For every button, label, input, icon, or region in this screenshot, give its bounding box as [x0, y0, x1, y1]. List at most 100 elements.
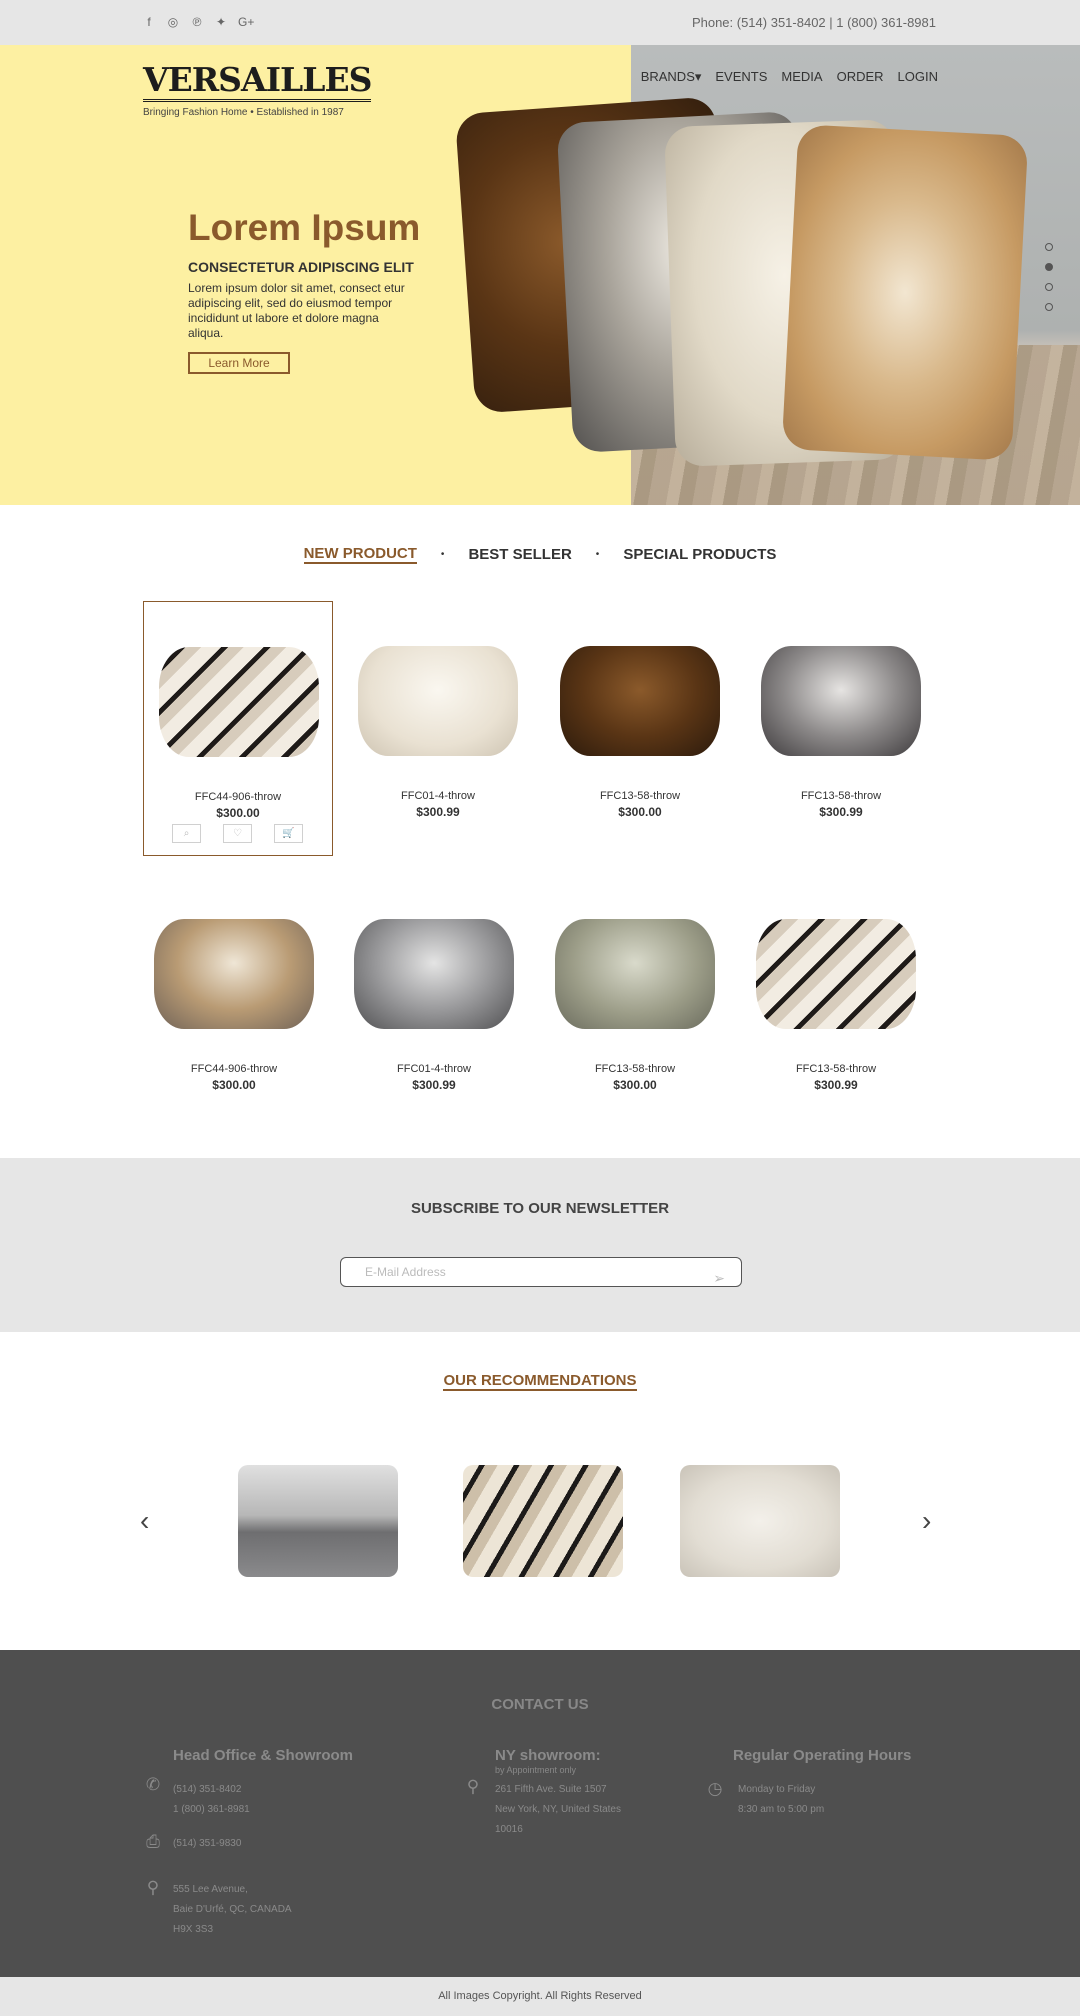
- product-image[interactable]: [358, 646, 518, 756]
- product-card[interactable]: FFC01-4-throw $300.99: [343, 601, 533, 856]
- wishlist-icon[interactable]: ♡: [223, 824, 252, 843]
- product-image[interactable]: [555, 919, 715, 1029]
- quick-view-icon[interactable]: ⌕: [172, 824, 201, 843]
- phone-numbers: Phone: (514) 351-8402 | 1 (800) 361-8981: [691, 15, 936, 30]
- tab-new-product[interactable]: NEW PRODUCT: [303, 545, 417, 564]
- product-price: $300.00: [613, 1078, 657, 1092]
- twitter-icon[interactable]: ✦: [214, 14, 228, 30]
- head-office-phone-1[interactable]: (514) 351-8402: [173, 1780, 241, 1800]
- carousel-prev-icon[interactable]: ‹: [140, 1505, 149, 1537]
- hours-days: Monday to Friday: [738, 1784, 816, 1795]
- product-card[interactable]: FFC13-58-throw $300.99: [741, 874, 931, 1129]
- product-name[interactable]: FFC44-906-throw: [139, 1063, 329, 1075]
- product-price: $300.99: [416, 805, 460, 819]
- hours-time: 8:30 am to 5:00 pm: [738, 1804, 825, 1815]
- product-card[interactable]: FFC13-58-throw $300.00: [540, 874, 730, 1129]
- location-pin-icon: ⚲: [146, 1878, 160, 1897]
- carousel-next-icon[interactable]: ›: [922, 1505, 931, 1537]
- ny-showroom-heading: NY showroom:: [495, 1747, 601, 1764]
- product-image[interactable]: [756, 919, 916, 1029]
- tab-best-seller[interactable]: BEST SELLER: [468, 546, 571, 563]
- product-tabs: NEW PRODUCT • BEST SELLER • SPECIAL PROD…: [0, 545, 1080, 564]
- recommendation-pillow-image[interactable]: [680, 1465, 840, 1577]
- product-name[interactable]: FFC01-4-throw: [339, 1063, 529, 1075]
- hero-banner: VERSAILLES Bringing Fashion Home • Estab…: [0, 45, 1080, 505]
- product-image[interactable]: [560, 646, 720, 756]
- hero-title: Lorem Ipsum: [188, 207, 421, 248]
- instagram-icon[interactable]: ◎: [166, 14, 180, 30]
- product-card[interactable]: FFC13-58-throw $300.00: [545, 601, 735, 856]
- nav-media[interactable]: MEDIA: [781, 69, 822, 85]
- slide-dot-3[interactable]: [1045, 283, 1053, 291]
- cart-icon[interactable]: 🛒: [274, 824, 303, 843]
- slide-dot-2[interactable]: [1045, 263, 1053, 271]
- main-nav: BRANDS▾ EVENTS MEDIA ORDER LOGIN: [641, 69, 938, 85]
- product-card[interactable]: FFC44-906-throw $300.00: [139, 874, 329, 1129]
- hero-subtitle: CONSECTETUR ADIPISCING ELIT: [188, 259, 414, 275]
- slider-pagination: [1045, 243, 1053, 311]
- email-placeholder: E-Mail Address: [365, 1265, 446, 1279]
- ny-address-1: 261 Fifth Ave. Suite 1507: [495, 1784, 607, 1795]
- nav-events[interactable]: EVENTS: [715, 69, 767, 85]
- tab-separator: •: [440, 549, 445, 560]
- product-price: $300.00: [216, 806, 260, 820]
- copyright-bar: All Images Copyright. All Rights Reserve…: [0, 1977, 1080, 2016]
- newsletter-title: SUBSCRIBE TO OUR NEWSLETTER: [410, 1200, 670, 1217]
- top-bar: f ◎ ℗ ✦ G+ Phone: (514) 351-8402 | 1 (80…: [0, 0, 1080, 45]
- site-tagline: Bringing Fashion Home • Established in 1…: [143, 107, 344, 118]
- nav-order[interactable]: ORDER: [837, 69, 884, 85]
- hours-heading: Regular Operating Hours: [733, 1747, 912, 1764]
- product-card[interactable]: FFC01-4-throw $300.99: [339, 874, 529, 1129]
- product-image[interactable]: [761, 646, 921, 756]
- footer: CONTACT US Head Office & Showroom ✆ (514…: [0, 1650, 1080, 1977]
- hero-body-text: Lorem ipsum dolor sit amet, consect etur…: [188, 281, 405, 340]
- product-name[interactable]: FFC44-906-throw: [144, 791, 332, 803]
- product-image[interactable]: [159, 647, 319, 757]
- recommendations-title-text: OUR RECOMMENDATIONS: [443, 1372, 637, 1391]
- facebook-icon[interactable]: f: [142, 14, 156, 30]
- site-logo[interactable]: VERSAILLES: [143, 61, 372, 102]
- head-office-phone-2[interactable]: 1 (800) 361-8981: [173, 1800, 250, 1820]
- product-name[interactable]: FFC13-58-throw: [741, 1063, 931, 1075]
- ny-showroom-note: by Appointment only: [495, 1765, 577, 1775]
- product-image[interactable]: [354, 919, 514, 1029]
- product-price: $300.99: [819, 805, 863, 819]
- recommendation-pillow-image[interactable]: [463, 1465, 623, 1577]
- head-office-address-1: 555 Lee Avenue,: [173, 1884, 248, 1895]
- ny-address-2: New York, NY, United States: [495, 1804, 621, 1815]
- product-name[interactable]: FFC13-58-throw: [746, 790, 936, 802]
- product-card[interactable]: FFC44-906-throw $300.00 ⌕ ♡ 🛒: [143, 601, 333, 856]
- nav-brands[interactable]: BRANDS▾: [641, 69, 702, 85]
- fax-icon: ⎙: [146, 1832, 160, 1851]
- pinterest-icon[interactable]: ℗: [190, 14, 204, 30]
- recommendation-pillow-image[interactable]: [238, 1465, 398, 1577]
- product-name[interactable]: FFC01-4-throw: [343, 790, 533, 802]
- learn-more-button[interactable]: Learn More: [188, 352, 290, 374]
- tab-special-products[interactable]: SPECIAL PRODUCTS: [623, 546, 776, 563]
- send-icon[interactable]: ➢: [713, 1264, 725, 1292]
- tan-fur-pillow-image: [781, 124, 1029, 461]
- email-input[interactable]: E-Mail Address ➢: [340, 1257, 742, 1287]
- phone-icon: ✆: [145, 1775, 161, 1794]
- product-price: $300.00: [618, 805, 662, 819]
- product-name[interactable]: FFC13-58-throw: [540, 1063, 730, 1075]
- nav-login[interactable]: LOGIN: [898, 69, 938, 85]
- product-image[interactable]: [154, 919, 314, 1029]
- slide-dot-1[interactable]: [1045, 243, 1053, 251]
- contact-us-title: CONTACT US: [491, 1696, 589, 1713]
- location-pin-icon: ⚲: [466, 1777, 480, 1796]
- product-actions: ⌕ ♡ 🛒: [172, 824, 303, 843]
- product-card[interactable]: FFC13-58-throw $300.99: [746, 601, 936, 856]
- newsletter-section: SUBSCRIBE TO OUR NEWSLETTER E-Mail Addre…: [0, 1158, 1080, 1332]
- product-name[interactable]: FFC13-58-throw: [545, 790, 735, 802]
- slide-dot-4[interactable]: [1045, 303, 1053, 311]
- google-plus-icon[interactable]: G+: [238, 14, 254, 30]
- head-office-fax: (514) 351-9830: [173, 1838, 242, 1849]
- product-price: $300.00: [212, 1078, 256, 1092]
- tab-separator: •: [595, 549, 600, 560]
- head-office-address-3: H9X 3S3: [173, 1924, 214, 1935]
- head-office-address-2: Baie D'Urfé, QC, CANADA: [173, 1904, 292, 1915]
- social-links: f ◎ ℗ ✦ G+: [142, 14, 254, 30]
- ny-address-3: 10016: [495, 1824, 523, 1835]
- product-price: $300.99: [814, 1078, 858, 1092]
